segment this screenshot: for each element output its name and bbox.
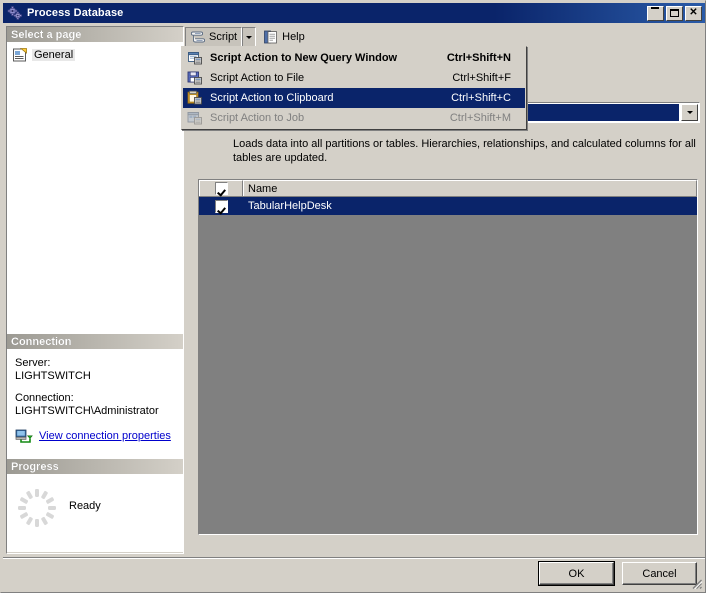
menu-item-script-to-clipboard[interactable]: Script Action to Clipboard Ctrl+Shift+C	[183, 88, 525, 108]
footer-buttons: OK Cancel	[538, 561, 697, 586]
resize-grip[interactable]	[691, 578, 703, 590]
help-button[interactable]: Help	[259, 27, 309, 48]
save-to-file-icon	[183, 70, 207, 86]
left-panel: Select a page General Connection Server:	[6, 26, 184, 554]
close-button[interactable]: ✕	[685, 5, 702, 21]
menu-item-script-to-file[interactable]: Script Action to File Ctrl+Shift+F	[183, 68, 525, 88]
window-titlebar[interactable]: Process Database ✕	[3, 3, 705, 23]
gears-icon	[7, 5, 23, 21]
listview-rows: TabularHelpDesk	[199, 197, 697, 215]
menu-item-label: Script Action to New Query Window	[210, 52, 398, 64]
row-checkbox[interactable]	[214, 199, 228, 213]
listview-header-name[interactable]: Name	[243, 180, 697, 196]
cancel-button[interactable]: Cancel	[622, 562, 697, 585]
help-book-icon	[263, 29, 279, 45]
connection-value: LIGHTSWITCH\Administrator	[15, 405, 159, 417]
listview-header: Name	[199, 180, 697, 197]
clipboard-icon	[183, 90, 207, 106]
sidebar-item-label: General	[32, 49, 76, 61]
menu-item-label: Script Action to Job	[210, 112, 305, 124]
toolbar: Script Help	[185, 26, 703, 48]
window-title: Process Database	[27, 7, 124, 19]
menu-item-script-to-job[interactable]: Script Action to Job Ctrl+Shift+M	[183, 108, 525, 128]
script-button-label: Script	[209, 31, 238, 43]
ok-button[interactable]: OK	[538, 561, 615, 586]
menu-item-shortcut: Ctrl+Shift+C	[451, 92, 511, 104]
progress-status: Ready	[69, 500, 101, 512]
chevron-down-icon	[246, 35, 253, 39]
new-query-window-icon	[183, 50, 207, 66]
combobox-dropdown-button[interactable]	[681, 104, 698, 121]
connection-header: Connection	[7, 334, 183, 349]
window-controls: ✕	[647, 5, 703, 21]
menu-item-shortcut: Ctrl+Shift+F	[452, 72, 511, 84]
progress-header: Progress	[7, 459, 183, 474]
menu-item-label: Script Action to Clipboard	[210, 92, 334, 104]
script-dropdown-button[interactable]	[242, 26, 257, 48]
listview-header-checkbox-cell[interactable]	[199, 180, 243, 196]
server-value: LIGHTSWITCH	[15, 370, 91, 382]
script-scroll-icon	[190, 29, 206, 45]
script-button[interactable]: Script	[185, 26, 243, 48]
menu-item-script-to-new-query-window[interactable]: Script Action to New Query Window Ctrl+S…	[183, 48, 525, 68]
view-connection-properties-row[interactable]: View connection properties	[15, 428, 175, 444]
page-icon	[12, 47, 28, 63]
menu-item-shortcut: Ctrl+Shift+M	[449, 112, 511, 124]
minimize-button[interactable]	[647, 5, 664, 21]
row-checkbox-cell[interactable]	[199, 199, 243, 213]
sidebar-item-general[interactable]: General	[7, 45, 183, 65]
page-list: General	[7, 42, 183, 334]
menu-item-shortcut: Ctrl+Shift+N	[446, 52, 511, 64]
menu-item-label: Script Action to File	[210, 72, 305, 84]
objects-listview[interactable]: Name TabularHelpDesk	[198, 179, 698, 535]
connection-body: Server: LIGHTSWITCH Connection: LIGHTSWI…	[7, 349, 183, 459]
select-all-checkbox[interactable]	[214, 182, 228, 195]
view-connection-properties-link[interactable]: View connection properties	[39, 430, 171, 442]
progress-body: Ready	[7, 474, 183, 552]
connection-label: Connection:	[15, 392, 74, 404]
chevron-down-icon	[686, 111, 693, 114]
maximize-button[interactable]	[666, 5, 683, 21]
footer-divider	[3, 557, 705, 559]
process-database-dialog: Process Database ✕ Select a page General…	[0, 0, 706, 593]
script-dropdown-menu: Script Action to New Query Window Ctrl+S…	[181, 46, 527, 130]
row-name: TabularHelpDesk	[248, 200, 332, 212]
server-label: Server:	[15, 357, 51, 369]
spinner-icon	[15, 486, 59, 530]
server-connection-icon	[15, 428, 33, 444]
help-button-label: Help	[282, 31, 305, 43]
job-icon	[183, 110, 207, 126]
table-row[interactable]: TabularHelpDesk	[199, 197, 697, 215]
description-text: Loads data into all partitions or tables…	[233, 138, 696, 164]
select-a-page-header: Select a page	[7, 27, 183, 42]
